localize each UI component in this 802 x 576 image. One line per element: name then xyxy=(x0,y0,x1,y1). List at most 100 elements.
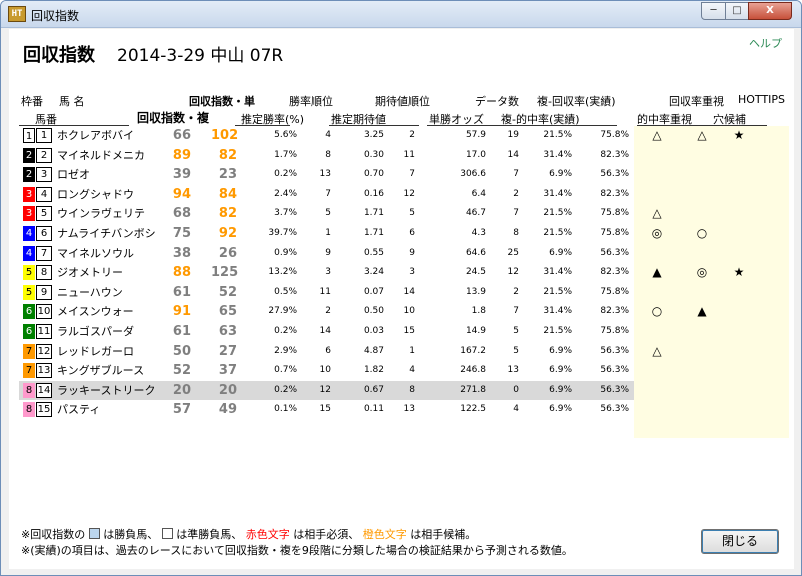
table-row[interactable]: 6 10 メイスンウォー 91 65 27.9% 2 0.50 10 1.8 7 31.4% 82.3% xyxy=(19,302,634,321)
table-row[interactable]: 8 14 ラッキーストリーク 20 20 0.2% 12 0.67 8 271.8 0 6.9% 56.… xyxy=(19,381,634,400)
index-place: 49 xyxy=(218,402,237,417)
horse-name: ホクレアボバイ xyxy=(57,129,134,142)
waku-box: 4 xyxy=(23,246,35,261)
horse-name: マイネルソウル xyxy=(57,247,134,260)
table-row[interactable]: 5 9 ニューハウン 61 52 0.5% 11 0.07 14 13.9 2 21.5% 75.8% xyxy=(19,283,634,302)
index-place: 82 xyxy=(218,206,237,221)
main-panel: 回収指数 2014-3-29 中山 07R ヘルプ 枠番 馬 名 回収指数・単 … xyxy=(9,29,794,569)
umaban-box: 4 xyxy=(36,187,52,202)
index-single: 50 xyxy=(172,344,191,359)
table-row[interactable]: 2 3 ロゼオ 39 23 0.2% 13 0.70 7 306.6 7 6.9% 56.3% xyxy=(19,165,634,184)
est-exp: 0.50 xyxy=(363,306,384,316)
place-hit-rate: 6.9% xyxy=(549,365,572,375)
index-single: 38 xyxy=(172,246,191,261)
table-row[interactable]: 4 6 ナムライチバンボシ 75 92 39.7% 1 1.71 6 4.3 8 21.5% 75.8% xyxy=(19,224,634,243)
est-win-rate: 0.9% xyxy=(274,248,297,258)
win-rank: 15 xyxy=(319,404,331,414)
table-row[interactable]: 3 5 ウインラヴェリテ 68 82 3.7% 5 1.71 5 46.7 7 21.5% 75.8% xyxy=(19,204,634,223)
umaban-box: 10 xyxy=(36,304,52,319)
prediction-mark: ★ xyxy=(733,128,745,142)
prediction-mark: △ xyxy=(652,206,662,220)
table-row[interactable]: 8 15 パスティ 57 49 0.1% 15 0.11 13 122.5 4 6.9% 56.3% xyxy=(19,400,634,419)
prediction-mark: ▲ xyxy=(697,304,707,318)
place-return-rate: 56.3% xyxy=(600,404,629,414)
index-place: 125 xyxy=(211,265,239,280)
est-exp: 4.87 xyxy=(363,346,384,356)
index-place: 63 xyxy=(218,324,237,339)
help-link[interactable]: ヘルプ xyxy=(749,35,782,51)
umaban-box: 13 xyxy=(36,363,52,378)
est-win-rate: 0.2% xyxy=(274,385,297,395)
table-row[interactable]: 2 2 マイネルドメニカ 89 82 1.7% 8 0.30 11 17.0 14 31.4% 82.3… xyxy=(19,146,634,165)
exp-rank: 15 xyxy=(403,326,415,336)
waku-box: 5 xyxy=(23,285,35,300)
data-count: 25 xyxy=(507,248,519,258)
horse-name: ラルゴスパーダ xyxy=(57,325,134,338)
header-exp-rank: 期待値順位 xyxy=(375,95,430,108)
est-exp: 3.24 xyxy=(363,267,384,277)
prediction-mark: ★ xyxy=(733,265,745,279)
table-row[interactable]: 7 13 キングザブルース 52 37 0.7% 10 1.82 4 246.8 13 6.9% 56.… xyxy=(19,361,634,380)
horse-name: ロングシャドウ xyxy=(57,188,134,201)
data-count: 13 xyxy=(507,365,519,375)
table-row[interactable]: 6 11 ラルゴスパーダ 61 63 0.2% 14 0.03 15 14.9 5 21.5% 75.8… xyxy=(19,322,634,341)
est-exp: 3.25 xyxy=(363,130,384,140)
close-window-button[interactable]: X xyxy=(748,2,792,20)
index-single: 68 xyxy=(172,206,191,221)
est-win-rate: 0.5% xyxy=(274,287,297,297)
exp-rank: 10 xyxy=(403,306,415,316)
est-exp: 0.16 xyxy=(363,189,384,199)
data-count: 0 xyxy=(513,385,519,395)
win-odds: 24.5 xyxy=(465,267,486,277)
race-info: 2014-3-29 中山 07R xyxy=(117,46,284,66)
data-count: 7 xyxy=(513,169,519,179)
data-count: 12 xyxy=(507,267,519,277)
exp-rank: 6 xyxy=(409,228,415,238)
place-return-rate: 75.8% xyxy=(600,287,629,297)
place-hit-rate: 21.5% xyxy=(543,287,572,297)
footer-red-text: 赤色文字 xyxy=(245,528,290,541)
title-bar[interactable]: HT 回収指数 ─ □ X xyxy=(1,1,801,28)
close-button[interactable]: 閉じる xyxy=(701,529,779,554)
footer-legend: ※回収指数の は勝負馬、 は準勝負馬、 赤色文字 は相手必須、 橙色文字 は相手… xyxy=(21,526,476,542)
place-return-rate: 75.8% xyxy=(600,130,629,140)
est-win-rate: 2.4% xyxy=(274,189,297,199)
exp-rank: 8 xyxy=(409,385,415,395)
win-rank: 5 xyxy=(325,208,331,218)
minimize-button[interactable]: ─ xyxy=(701,2,726,20)
index-single: 88 xyxy=(172,265,191,280)
table-row[interactable]: 3 4 ロングシャドウ 94 84 2.4% 7 0.16 12 6.4 2 31.4% 82.3% xyxy=(19,185,634,204)
maximize-button[interactable]: □ xyxy=(725,2,749,20)
win-odds: 13.9 xyxy=(465,287,486,297)
win-odds: 246.8 xyxy=(460,365,486,375)
umaban-box: 3 xyxy=(36,167,52,182)
header-waku: 枠番 xyxy=(21,95,43,108)
table-row[interactable]: 5 8 ジオメトリー 88 125 13.2% 3 3.24 3 24.5 12 31.4% 82.3% xyxy=(19,263,634,282)
place-hit-rate: 21.5% xyxy=(543,326,572,336)
win-rank: 3 xyxy=(325,267,331,277)
index-single: 52 xyxy=(172,363,191,378)
est-win-rate: 0.7% xyxy=(274,365,297,375)
est-exp: 1.71 xyxy=(363,228,384,238)
est-exp: 0.07 xyxy=(363,287,384,297)
table-row[interactable]: 4 7 マイネルソウル 38 26 0.9% 9 0.55 9 64.6 25 6.9% 56.3% xyxy=(19,244,634,263)
est-exp: 0.55 xyxy=(363,248,384,258)
est-exp: 0.11 xyxy=(363,404,384,414)
win-rank: 9 xyxy=(325,248,331,258)
place-hit-rate: 31.4% xyxy=(543,189,572,199)
waku-box: 4 xyxy=(23,226,35,241)
exp-rank: 9 xyxy=(409,248,415,258)
waku-box: 2 xyxy=(23,167,35,182)
data-count: 19 xyxy=(507,130,519,140)
waku-box: 6 xyxy=(23,324,35,339)
win-rank: 11 xyxy=(319,287,331,297)
table-row[interactable]: 1 1 ホクレアボバイ 66 102 5.6% 4 3.25 2 57.9 19 21.5% 75.8% xyxy=(19,126,634,145)
prediction-mark: ◎ xyxy=(696,265,708,279)
waku-box: 6 xyxy=(23,304,35,319)
footer-text-b: は準勝負馬、 xyxy=(176,528,243,541)
prediction-mark: ▲ xyxy=(652,265,662,279)
win-rank: 10 xyxy=(319,365,331,375)
umaban-box: 6 xyxy=(36,226,52,241)
table-row[interactable]: 7 12 レッドレガーロ 50 27 2.9% 6 4.87 1 167.2 5 6.9% 56.3% xyxy=(19,342,634,361)
prediction-mark: △ xyxy=(652,128,662,142)
